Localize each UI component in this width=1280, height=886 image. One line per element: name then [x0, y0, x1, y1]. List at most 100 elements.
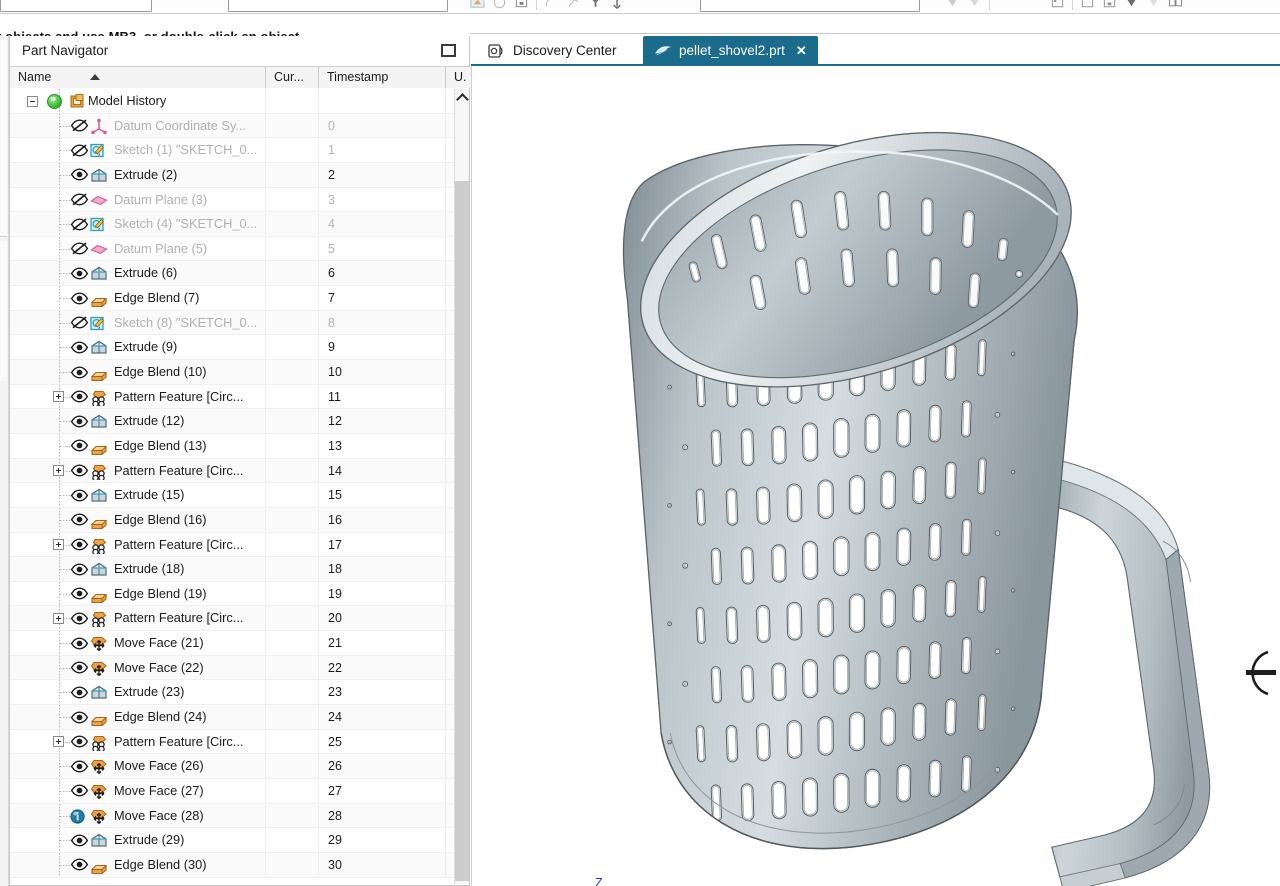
tree-row[interactable]: Extrude (18) 18 — [10, 557, 457, 582]
visibility-eye-icon[interactable] — [70, 415, 89, 428]
tree-expander-expand[interactable] — [53, 465, 64, 477]
view-blank-icon[interactable] — [1080, 0, 1095, 10]
circle-snap-icon[interactable] — [492, 0, 507, 10]
tree-row[interactable]: Pattern Feature [Circ... 25 — [10, 729, 457, 755]
tree-row[interactable]: Edge Blend (10) 10 — [10, 360, 457, 385]
visibility-eye-off-icon[interactable] — [70, 144, 89, 157]
snap-point-icon[interactable] — [470, 0, 485, 10]
column-header-timestamp[interactable]: Timestamp — [319, 67, 446, 88]
visibility-eye-icon[interactable] — [70, 267, 89, 280]
tree-row[interactable]: Extrude (6) 6 — [10, 261, 457, 287]
visibility-eye-off-icon[interactable] — [70, 119, 89, 132]
column-header-cur[interactable]: Cur... — [266, 67, 319, 88]
scroll-up-button[interactable] — [455, 89, 469, 106]
tree-row[interactable]: Datum Plane (5) 5 — [10, 236, 457, 262]
shade-edges-icon[interactable] — [967, 0, 982, 10]
layout-two-icon[interactable] — [1168, 0, 1183, 10]
toolbar-field-2[interactable] — [228, 0, 448, 12]
tree-expander-collapse[interactable] — [27, 95, 38, 107]
tree-expander-expand[interactable] — [53, 391, 64, 403]
left-resource-rail[interactable] — [0, 36, 9, 886]
tree-row[interactable]: Move Face (22) 22 — [10, 655, 457, 681]
tree-row[interactable]: Extrude (15) 15 — [10, 483, 457, 508]
panel-restore-button[interactable] — [441, 44, 456, 57]
visibility-eye-icon[interactable] — [70, 735, 89, 748]
visibility-eye-icon[interactable] — [70, 563, 89, 576]
view-cue-icon[interactable] — [1246, 626, 1280, 706]
shade-solid-icon[interactable] — [1124, 0, 1139, 10]
quadrant-snap-icon[interactable] — [566, 0, 581, 10]
tree-row[interactable]: Extrude (9) 9 — [10, 335, 457, 361]
tree-row[interactable]: Sketch (4) "SKETCH_0... 4 — [10, 212, 457, 237]
tree-row[interactable]: Datum Plane (3) 3 — [10, 187, 457, 213]
tree-row[interactable]: Move Face (26) 26 — [10, 754, 457, 779]
tree-row[interactable]: Edge Blend (13) 13 — [10, 433, 457, 459]
visibility-eye-icon[interactable] — [70, 661, 89, 674]
tree-row[interactable]: Sketch (1) "SKETCH_0... 1 — [10, 138, 457, 163]
tree-vertical-scrollbar[interactable] — [454, 89, 469, 884]
visibility-eye-icon[interactable] — [70, 168, 89, 181]
visibility-eye-icon[interactable] — [70, 390, 89, 403]
tree-row[interactable]: Extrude (23) 23 — [10, 680, 457, 706]
tab-close-icon[interactable]: ✕ — [796, 43, 807, 59]
tree-row[interactable]: Datum Coordinate Sy... 0 — [10, 113, 457, 139]
tree-row[interactable]: Pattern Feature [Circ... 17 — [10, 532, 457, 558]
visibility-eye-icon[interactable] — [70, 686, 89, 699]
anchor-down-icon[interactable] — [610, 0, 625, 10]
visibility-eye-icon[interactable] — [70, 464, 89, 477]
tree-row[interactable]: Extrude (2) 2 — [10, 162, 457, 188]
visibility-eye-icon[interactable] — [70, 292, 89, 305]
visibility-eye-off-icon[interactable] — [70, 193, 89, 206]
tree-expander-expand[interactable] — [53, 612, 64, 624]
visibility-eye-icon[interactable] — [70, 834, 89, 847]
rectangle-snap-icon[interactable] — [514, 0, 529, 10]
tab-pellet-shovel2[interactable]: pellet_shovel2.prt ✕ — [643, 36, 818, 65]
visibility-eye-off-icon[interactable] — [70, 316, 89, 329]
view-front-icon[interactable] — [1050, 0, 1065, 10]
tree-row[interactable]: Pattern Feature [Circ... 14 — [10, 458, 457, 484]
scrollbar-thumb[interactable] — [455, 181, 469, 881]
tree-row[interactable]: Edge Blend (30) 30 — [10, 852, 457, 878]
tree-row[interactable]: Move Face (27) 27 — [10, 778, 457, 804]
model-canvas[interactable]: Z — [471, 66, 1280, 886]
visibility-eye-off-icon[interactable] — [70, 218, 89, 231]
tree-row[interactable]: Edge Blend (7) 7 — [10, 286, 457, 311]
toolbar-field-3[interactable] — [700, 0, 920, 12]
visibility-eye-icon[interactable] — [70, 587, 89, 600]
tab-discovery-center[interactable]: Discovery Center — [477, 36, 628, 65]
visibility-eye-icon[interactable] — [70, 489, 89, 502]
visibility-eye-icon[interactable] — [70, 612, 89, 625]
view-section-icon[interactable] — [1102, 0, 1117, 10]
tree-row[interactable]: Pattern Feature [Circ... 20 — [10, 606, 457, 632]
filter-down-icon[interactable] — [588, 0, 603, 10]
tree-row[interactable]: Edge Blend (19) 19 — [10, 581, 457, 607]
tree-row[interactable]: Edge Blend (24) 24 — [10, 705, 457, 730]
visibility-eye-icon[interactable] — [70, 784, 89, 797]
tree-row[interactable]: Move Face (28) 28 — [10, 803, 457, 829]
visibility-eye-icon[interactable] — [70, 858, 89, 871]
shade-mode-icon[interactable] — [945, 0, 960, 10]
arc-snap-icon[interactable] — [544, 0, 559, 10]
tree-row[interactable]: Sketch (8) "SKETCH_0... 8 — [10, 310, 457, 336]
tree-row[interactable]: Move Face (21) 21 — [10, 631, 457, 656]
tree-row[interactable]: Edge Blend (16) 16 — [10, 507, 457, 533]
visibility-eye-icon[interactable] — [70, 366, 89, 379]
column-header-name[interactable]: Name — [10, 67, 266, 88]
visibility-eye-icon[interactable] — [70, 513, 89, 526]
tree-expander-expand[interactable] — [53, 539, 64, 551]
visibility-eye-icon[interactable] — [70, 637, 89, 650]
tree-row[interactable]: Pattern Feature [Circ... 11 — [10, 384, 457, 410]
column-header-u[interactable]: U. — [446, 67, 471, 88]
tree-row[interactable]: Extrude (12) 12 — [10, 409, 457, 434]
visibility-eye-off-icon[interactable] — [70, 242, 89, 255]
visibility-eye-icon[interactable] — [70, 760, 89, 773]
toolbar-field-1[interactable] — [0, 0, 152, 12]
feature-info-icon[interactable] — [70, 808, 87, 825]
visibility-eye-icon[interactable] — [70, 439, 89, 452]
visibility-eye-icon[interactable] — [70, 341, 89, 354]
tree-row[interactable]: Extrude (29) 29 — [10, 828, 457, 853]
visibility-eye-icon[interactable] — [70, 538, 89, 551]
shade-light-icon[interactable] — [1146, 0, 1161, 10]
tree-row[interactable]: Model History — [10, 89, 454, 114]
visibility-eye-icon[interactable] — [70, 711, 89, 724]
